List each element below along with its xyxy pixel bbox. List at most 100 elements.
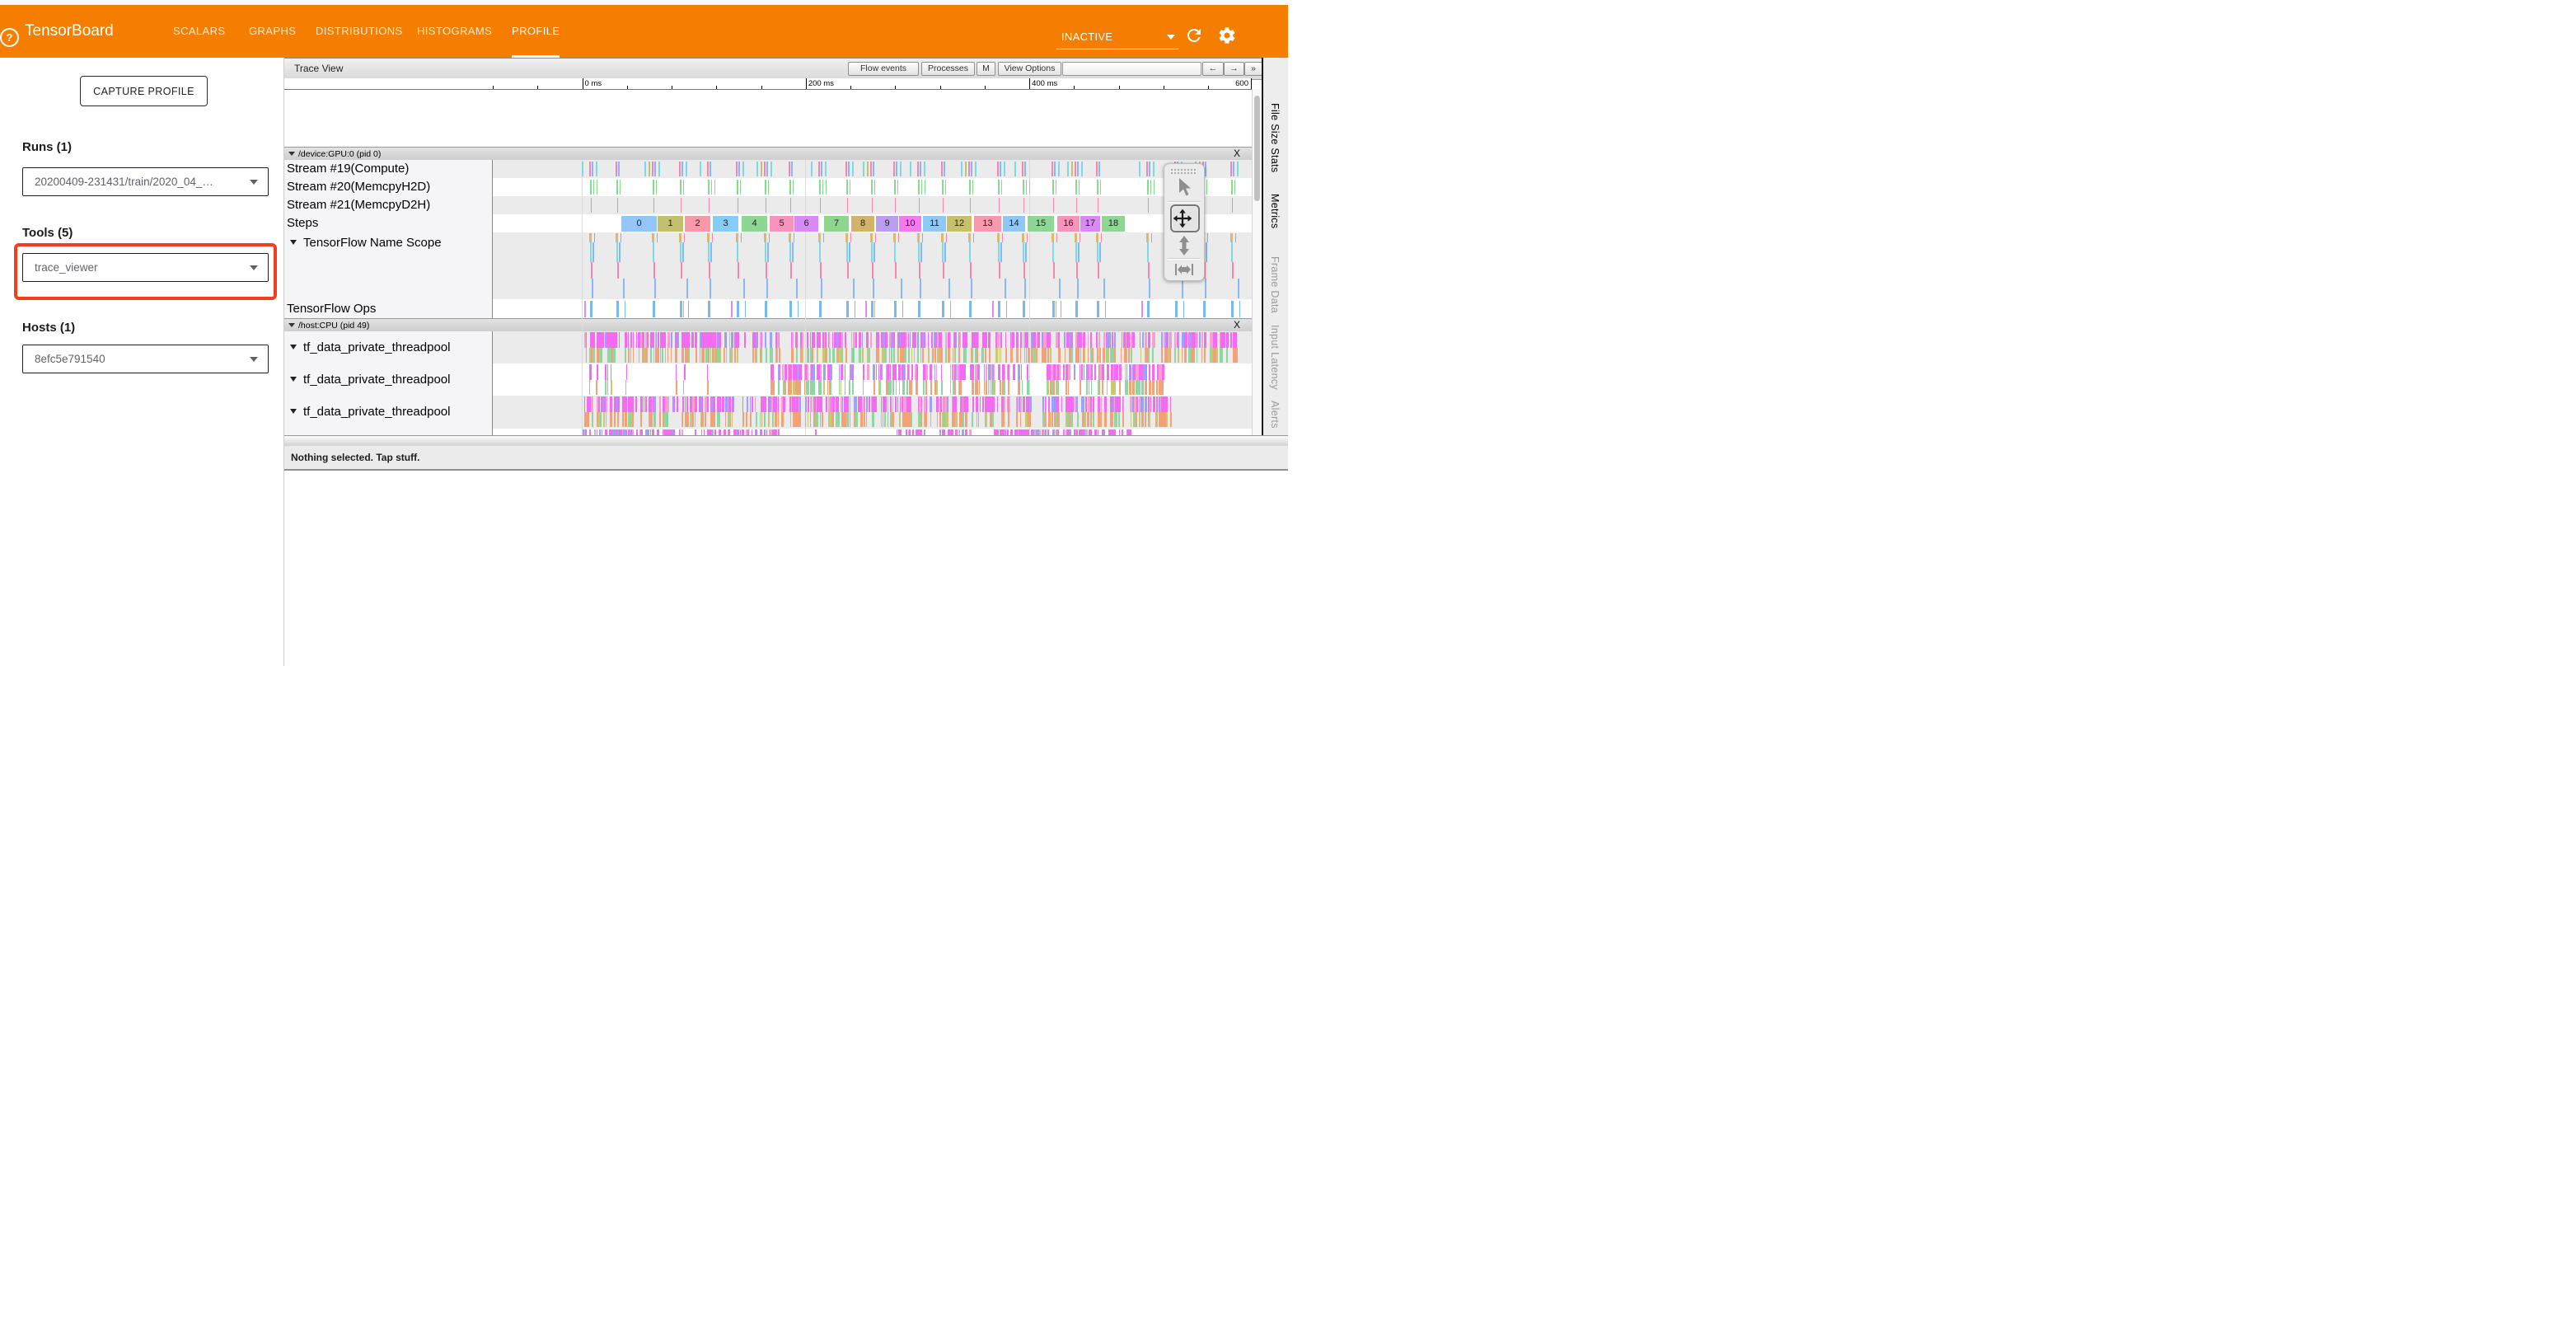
prev-button[interactable]: ← — [1202, 62, 1224, 76]
trace-mark — [1086, 429, 1088, 435]
trace-mark — [653, 242, 654, 262]
toolbar-view-options[interactable]: View Options — [998, 62, 1061, 76]
step-block[interactable]: 2 — [685, 216, 710, 232]
gpu-section-header-close-button[interactable]: X — [1234, 148, 1240, 160]
step-block[interactable]: 18 — [1102, 216, 1125, 232]
vertical-scrollbar-thumb[interactable] — [1254, 96, 1260, 201]
vertical-scrollbar[interactable] — [1252, 89, 1262, 435]
step-block[interactable]: 17 — [1080, 216, 1100, 232]
analysis-tab-input-latency[interactable]: Input Latency — [1269, 325, 1281, 390]
step-block[interactable]: 7 — [824, 216, 849, 232]
collapse-caret-icon[interactable] — [288, 152, 295, 156]
step-block[interactable]: 9 — [876, 216, 898, 232]
tools-dropdown[interactable]: trace_viewer — [22, 253, 269, 282]
trace-mark — [681, 198, 682, 213]
trace-mark — [1141, 380, 1143, 395]
step-block[interactable]: 15 — [1028, 216, 1054, 232]
hosts-dropdown[interactable]: 8efc5e791540 — [22, 345, 269, 373]
more-button[interactable]: » — [1244, 62, 1262, 76]
trace-mark — [908, 332, 910, 348]
trace-mark — [1136, 364, 1137, 380]
trace-mark — [812, 332, 813, 348]
trace-mark — [1066, 429, 1068, 435]
step-block[interactable]: 10 — [899, 216, 921, 232]
refresh-icon[interactable] — [1184, 26, 1206, 47]
step-block[interactable]: 1 — [658, 216, 683, 232]
trace-mark — [611, 380, 612, 395]
cpu-section-header-close-button[interactable]: X — [1234, 319, 1240, 331]
tab-distributions[interactable]: DISTRIBUTIONS — [316, 5, 403, 55]
step-block[interactable]: 4 — [742, 216, 767, 232]
step-block[interactable]: 14 — [1003, 216, 1025, 232]
trace-mark — [690, 412, 691, 427]
step-block[interactable]: 11 — [923, 216, 946, 232]
collapse-caret-icon[interactable] — [288, 323, 295, 327]
trace-mark — [1112, 380, 1113, 395]
trace-mark — [838, 412, 840, 427]
step-block[interactable]: 3 — [713, 216, 738, 232]
analysis-tab-file-size-stats[interactable]: File Size Stats — [1269, 103, 1281, 172]
row-caret-icon[interactable] — [290, 409, 297, 414]
trace-mark — [1007, 429, 1009, 435]
filter-input[interactable] — [1062, 62, 1201, 76]
step-block[interactable]: 12 — [947, 216, 972, 232]
select-tool[interactable] — [1164, 176, 1204, 200]
step-block[interactable]: 13 — [974, 216, 1001, 232]
trace-mark — [643, 348, 644, 363]
step-block[interactable]: 0 — [621, 216, 657, 232]
analysis-tab-frame-data[interactable]: Frame Data — [1269, 256, 1281, 313]
trace-mark — [1050, 348, 1052, 363]
trace-mark — [1239, 301, 1241, 317]
vertical-zoom-tool[interactable] — [1164, 233, 1204, 258]
trace-mark — [910, 332, 911, 348]
trace-mark — [1148, 198, 1150, 213]
stream20-track[interactable] — [493, 178, 1252, 196]
pan-tool[interactable] — [1170, 204, 1200, 232]
trace-mark — [1048, 412, 1051, 427]
trace-mark — [1142, 396, 1144, 412]
row-caret-icon[interactable] — [290, 377, 297, 382]
tab-scalars[interactable]: SCALARS — [173, 5, 226, 55]
zoom-tool-palette[interactable] — [1164, 163, 1205, 281]
runs-dropdown[interactable]: 20200409-231431/train/2020_04_… — [22, 167, 269, 196]
tab-graphs[interactable]: GRAPHS — [249, 5, 296, 55]
trace-mark — [736, 429, 738, 435]
trace-mark — [684, 364, 686, 380]
trace-mark — [590, 242, 592, 262]
status-dropdown[interactable]: INACTIVE — [1056, 26, 1178, 49]
trace-mark — [873, 396, 874, 412]
tab-histograms[interactable]: HISTOGRAMS — [417, 5, 492, 55]
trace-mark — [625, 380, 626, 395]
step-block[interactable]: 5 — [770, 216, 794, 232]
toolbar-m[interactable]: M — [977, 62, 995, 76]
palette-drag-handle[interactable] — [1171, 167, 1197, 174]
trace-mark — [732, 412, 733, 427]
trace-rows-area[interactable]: /device:GPU:0 (pid 0)XStream #19(Compute… — [284, 89, 1288, 435]
analysis-tab-alerts[interactable]: Alerts — [1269, 401, 1281, 429]
row-caret-icon[interactable] — [290, 240, 297, 245]
step-block[interactable]: 16 — [1057, 216, 1080, 232]
analysis-tab-metrics[interactable]: Metrics — [1269, 194, 1281, 228]
trace-mark — [980, 396, 981, 412]
settings-icon[interactable] — [1217, 26, 1239, 47]
trace-mark — [1023, 301, 1025, 317]
next-button[interactable]: → — [1224, 62, 1244, 76]
tab-profile[interactable]: PROFILE — [512, 5, 560, 58]
trace-mark — [1101, 412, 1103, 427]
trace-mark — [959, 348, 960, 363]
toolbar-processes[interactable]: Processes — [921, 62, 975, 76]
timing-tool[interactable] — [1164, 260, 1204, 279]
step-block[interactable]: 6 — [794, 216, 818, 232]
trace-mark — [681, 429, 683, 435]
help-icon[interactable]: ? — [0, 28, 19, 47]
trace-mark — [1206, 242, 1207, 262]
row-caret-icon[interactable] — [290, 345, 297, 349]
capture-profile-button[interactable]: CAPTURE PROFILE — [80, 76, 208, 106]
trace-mark — [1139, 396, 1140, 412]
trace-mark — [1001, 180, 1003, 195]
trace-mark — [718, 332, 720, 348]
step-block[interactable]: 8 — [851, 216, 874, 232]
trace-mark — [710, 279, 712, 298]
toolbar-flow-events[interactable]: Flow events — [848, 62, 919, 76]
trace-mark — [1002, 233, 1004, 242]
